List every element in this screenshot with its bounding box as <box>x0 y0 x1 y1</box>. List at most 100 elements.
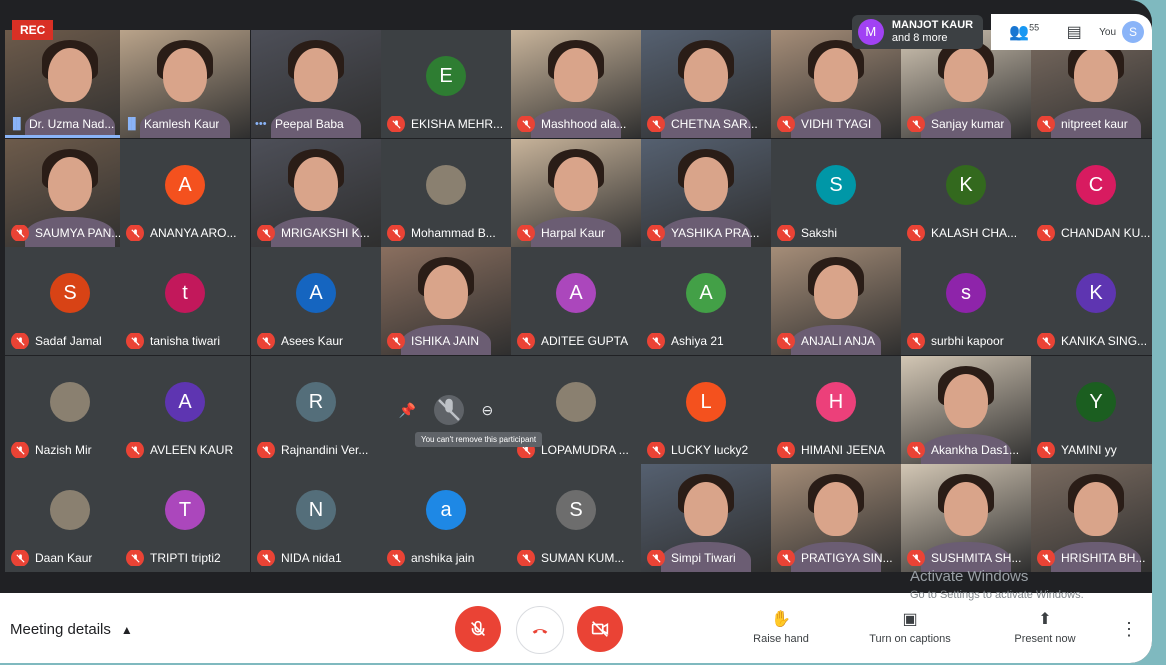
participant-tile[interactable]: E EKISHA MEHR... <box>381 30 511 138</box>
mic-off-icon <box>777 116 795 132</box>
participant-tile[interactable]: CHETNA SAR... <box>641 30 771 138</box>
participant-tile[interactable]: A ANANYA ARO... <box>120 139 250 247</box>
participant-tile[interactable]: K KALASH CHA... <box>901 139 1031 247</box>
mute-participant-button[interactable] <box>433 395 464 425</box>
participant-tile[interactable]: Nazish Mir <box>5 356 135 464</box>
participant-tile[interactable]: a anshika jain <box>381 464 511 572</box>
mic-off-icon <box>647 116 665 132</box>
video-head <box>554 48 598 102</box>
participant-tile[interactable]: SAUMYA PAN... <box>5 139 135 247</box>
participant-name: anshika jain <box>411 551 475 565</box>
participant-label: anshika jain <box>381 550 507 566</box>
watermark-title: Activate Windows <box>910 568 1029 585</box>
participant-tile[interactable]: Akankha Das1... <box>901 356 1031 464</box>
mic-off-icon <box>647 550 665 566</box>
participant-tile[interactable]: ▐▌ Dr. Uzma Nad... <box>5 30 135 138</box>
mic-off-icon <box>517 225 535 241</box>
mic-off-icon <box>647 333 665 349</box>
participant-tile[interactable]: LOPAMUDRA ... <box>511 356 641 464</box>
present-button[interactable]: ⬆ Present now <box>1012 609 1078 645</box>
video-head <box>554 157 598 211</box>
participant-tile[interactable]: Daan Kaur <box>5 464 135 572</box>
raise-hand-button[interactable]: ✋ Raise hand <box>752 609 810 645</box>
participant-tile[interactable]: Mashhood ala... <box>511 30 641 138</box>
participant-label: tanisha tiwari <box>120 333 246 349</box>
camera-toggle-button[interactable] <box>577 606 623 652</box>
participant-name: TRIPTI tripti2 <box>150 551 221 565</box>
participant-tile[interactable]: S SUMAN KUM... <box>511 464 641 572</box>
mic-off-icon <box>11 550 29 566</box>
leave-call-button[interactable] <box>516 606 564 654</box>
participant-label: Nazish Mir <box>5 442 131 458</box>
active-speaker-bar <box>5 135 135 138</box>
participant-tile[interactable]: PRATIGYA SIN... <box>771 464 901 572</box>
participant-tile[interactable]: ••• Peepal Baba <box>251 30 381 138</box>
avatar: M <box>857 19 884 45</box>
hand-icon: ✋ <box>771 611 791 628</box>
avatar <box>556 382 596 422</box>
participant-tile[interactable]: S Sakshi <box>771 139 901 247</box>
participant-tile[interactable]: A AVLEEN KAUR <box>120 356 250 464</box>
participant-tile[interactable]: Mohammad B... <box>381 139 511 247</box>
participant-name: LUCKY lucky2 <box>671 443 749 457</box>
participant-tile[interactable]: ▐▌ Kamlesh Kaur <box>120 30 250 138</box>
chat-icon[interactable]: ▤ <box>1049 22 1099 42</box>
participant-tile[interactable]: S Sadaf Jamal <box>5 247 135 355</box>
top-actions: 👥55 ▤ You S <box>991 14 1152 50</box>
video-head <box>684 482 728 536</box>
participant-tile[interactable]: T TRIPTI tripti2 <box>120 464 250 572</box>
participant-tile[interactable]: s surbhi kapoor <box>901 247 1031 355</box>
present-label: Present now <box>1014 633 1076 645</box>
remove-participant-icon[interactable]: ⊖ <box>481 402 493 419</box>
participant-tile[interactable]: A ADITEE GUPTA <box>511 247 641 355</box>
participant-tile[interactable]: ISHIKA JAIN <box>381 247 511 355</box>
avatar: Y <box>1076 382 1116 422</box>
participant-tile[interactable]: HRISHITA BH... <box>1031 464 1152 572</box>
video-head <box>294 157 338 211</box>
more-options-icon[interactable]: ⋮ <box>1120 619 1138 640</box>
video-head <box>424 265 468 319</box>
participant-name: CHANDAN KU... <box>1061 226 1151 240</box>
participant-tile[interactable]: L LUCKY lucky2 <box>641 356 771 464</box>
participant-grid: ▐▌ Dr. Uzma Nad... ▐▌ Kamlesh Kaur ••• Peepal… <box>0 30 1152 572</box>
active-speakers-pill[interactable]: M MANJOT KAUR and 8 more <box>851 15 984 49</box>
participant-tile[interactable]: Simpi Tiwari <box>641 464 771 572</box>
participant-tile[interactable]: A Ashiya 21 <box>641 247 771 355</box>
avatar: L <box>686 382 726 422</box>
pin-icon[interactable]: 📌 <box>399 402 416 419</box>
participant-tile[interactable]: K KANIKA SING... <box>1031 247 1152 355</box>
mic-off-icon <box>126 442 144 458</box>
meeting-details-button[interactable]: Meeting details ▲ <box>10 621 133 638</box>
participant-name: Peepal Baba <box>275 117 344 131</box>
participant-label: YASHIKA PRA... <box>641 225 767 241</box>
participant-label: Ashiya 21 <box>641 333 767 349</box>
mic-off-icon <box>1037 116 1055 132</box>
mic-off-icon <box>1037 442 1055 458</box>
participant-label: AVLEEN KAUR <box>120 442 246 458</box>
mic-off-icon <box>1037 333 1055 349</box>
participant-tile[interactable]: Harpal Kaur <box>511 139 641 247</box>
participant-name: surbhi kapoor <box>931 334 1004 348</box>
participant-tile[interactable]: N NIDA nida1 <box>251 464 381 572</box>
self-view[interactable]: You S <box>1099 21 1144 43</box>
captions-button[interactable]: ▣ Turn on captions <box>865 609 955 645</box>
participant-tile[interactable]: H HIMANI JEENA <box>771 356 901 464</box>
participant-tile[interactable]: Y YAMINI yy <box>1031 356 1152 464</box>
participant-label: MRIGAKSHI K... <box>251 225 377 241</box>
captions-icon: ▣ <box>902 611 918 628</box>
participant-tile[interactable]: ANJALI ANJA <box>771 247 901 355</box>
participant-tile[interactable]: C CHANDAN KU... <box>1031 139 1152 247</box>
camera-off-icon <box>591 621 609 637</box>
participant-tile[interactable]: R Rajnandini Ver... <box>251 356 381 464</box>
mic-toggle-button[interactable] <box>455 606 501 652</box>
participant-tile[interactable]: SUSHMITA SH... <box>901 464 1031 572</box>
participant-tile[interactable]: MRIGAKSHI K... <box>251 139 381 247</box>
participant-label: VIDHI TYAGI <box>771 116 897 132</box>
participant-tile[interactable]: t tanisha tiwari <box>120 247 250 355</box>
avatar: A <box>296 273 336 313</box>
people-icon[interactable]: 👥55 <box>999 22 1049 42</box>
participant-tile[interactable]: YASHIKA PRA... <box>641 139 771 247</box>
mic-off-icon <box>387 333 405 349</box>
speaking-icon: ▐▌ <box>9 118 25 130</box>
participant-tile[interactable]: A Asees Kaur <box>251 247 381 355</box>
